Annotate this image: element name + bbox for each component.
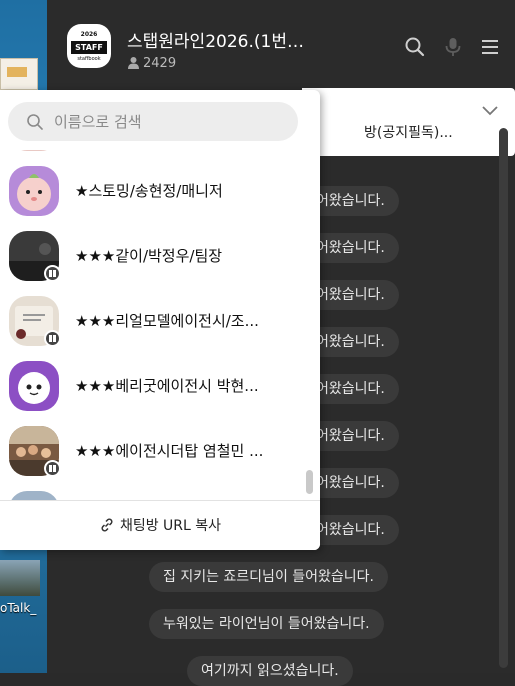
member-list-scrollbar[interactable] (306, 470, 313, 494)
system-message: 집 지키는 죠르디님이 들어왔습니다. (149, 562, 388, 592)
person-icon (128, 57, 139, 69)
member-list[interactable]: ★스토밍/송현정/매니저 ★★★같이/박정우/팀장 ★★★리얼모델에이전시/조.… (0, 150, 320, 500)
member-badge-icon (44, 460, 61, 477)
chat-scrollbar[interactable] (499, 128, 508, 668)
room-title: 스탭원라인2026.(1번방) 행사... (127, 32, 307, 52)
notice-text: 방(공지필독)... (364, 125, 453, 141)
member-avatar (9, 150, 59, 151)
desktop-shortcut-icon[interactable] (0, 560, 40, 596)
read-marker: 여기까지 읽으셨습니다. (187, 656, 353, 686)
member-search-input[interactable] (54, 102, 284, 141)
search-icon (27, 114, 43, 130)
member-name: ★★★에이전시더탑 염철민 ... (75, 442, 264, 460)
member-item[interactable]: ★★★에이전시더탑 염철민 ... (0, 420, 300, 480)
member-item[interactable] (0, 150, 300, 155)
member-item[interactable]: ★★★리얼모델에이전시/조... (0, 290, 300, 350)
member-item[interactable]: ★스토밍/송현정/매니저 (0, 160, 300, 220)
copy-url-label: 채팅방 URL 복사 (119, 518, 222, 534)
member-name: ★★★리얼모델에이전시/조... (75, 312, 259, 330)
member-name: ★스토밍/송현정/매니저 (75, 182, 223, 200)
member-badge-icon (44, 330, 61, 347)
room-avatar-year: 2026 (80, 31, 98, 38)
copy-url-button[interactable]: 채팅방 URL 복사 (0, 501, 320, 550)
member-item[interactable]: ★★★같이/박정우/팀장 (0, 225, 300, 285)
chevron-down-icon[interactable] (481, 104, 499, 118)
member-avatar (9, 166, 59, 216)
system-message: 누워있는 라이언님이 들어왔습니다. (149, 609, 384, 639)
member-count[interactable]: 2429 (127, 54, 176, 71)
member-name: ★★★같이/박정우/팀장 (75, 247, 223, 265)
mic-icon[interactable] (442, 36, 464, 58)
desktop-shortcut-label[interactable]: oTalk_ (0, 601, 47, 615)
member-name: ★★★베리굿에이전시 박현... (75, 377, 259, 395)
menu-icon[interactable] (479, 36, 501, 58)
member-count-value: 2429 (143, 56, 177, 71)
room-avatar-sub: staffbook (77, 56, 101, 62)
member-list-popup: ★스토밍/송현정/매니저 ★★★같이/박정우/팀장 ★★★리얼모델에이전시/조.… (0, 90, 320, 550)
member-avatar (9, 491, 59, 500)
search-icon[interactable] (404, 36, 426, 58)
link-icon (101, 518, 113, 532)
chat-header: 2026 STAFF staffbook 스탭원라인2026.(1번방) 행사.… (47, 0, 515, 80)
member-badge-icon (44, 265, 61, 282)
room-avatar-badge: STAFF (71, 41, 107, 54)
search-box[interactable] (8, 102, 298, 141)
desktop-thumbnail[interactable] (0, 58, 38, 90)
member-avatar (9, 361, 59, 411)
notice-banner[interactable]: 방(공지필독)... (302, 88, 515, 156)
popup-footer: 채팅방 URL 복사 (0, 500, 320, 550)
member-item[interactable] (0, 485, 300, 500)
room-avatar[interactable]: 2026 STAFF staffbook (67, 24, 111, 68)
member-item[interactable]: ★★★베리굿에이전시 박현... (0, 355, 300, 415)
